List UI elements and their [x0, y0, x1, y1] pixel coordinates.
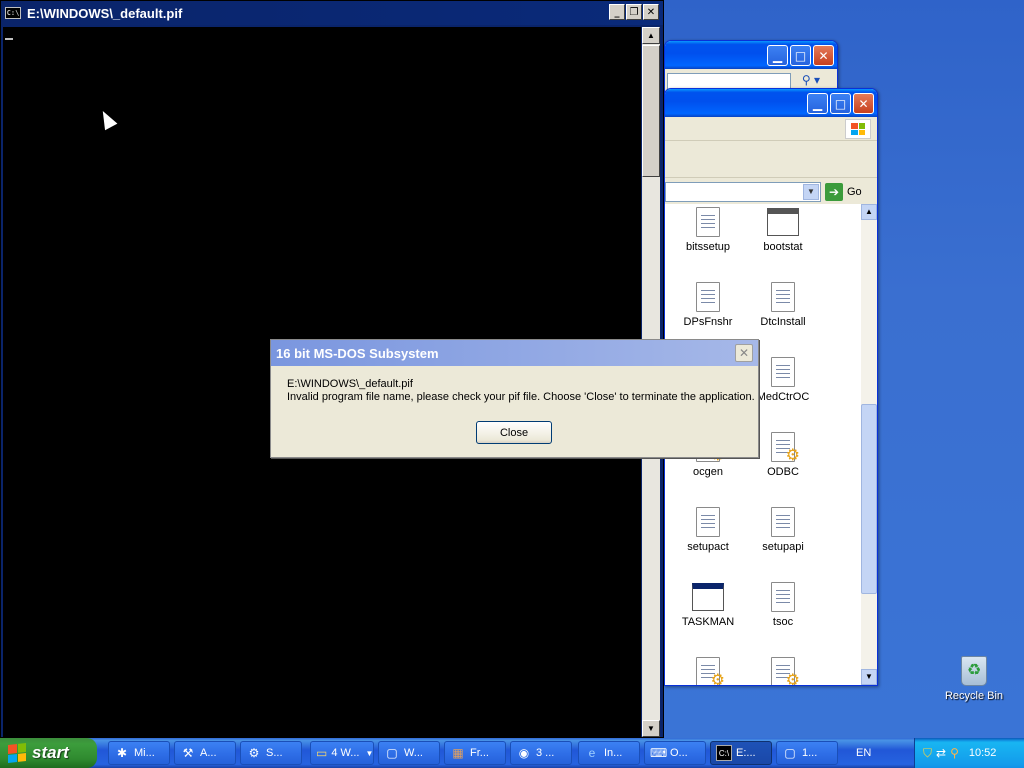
taskbar-item[interactable]: ◉ 3 ... — [510, 741, 572, 765]
close-icon[interactable]: ✕ — [643, 4, 659, 20]
file-item[interactable] — [668, 657, 748, 685]
recycle-bin-icon: ♻ — [961, 656, 987, 686]
maximize-icon[interactable]: □ — [830, 93, 851, 114]
dialog-titlebar[interactable]: 16 bit MS-DOS Subsystem ✕ — [271, 340, 758, 366]
file-item[interactable]: setupact — [668, 507, 748, 553]
text-cursor — [5, 38, 13, 40]
dialog-path: E:\WINDOWS\_default.pif — [287, 378, 413, 390]
console-title: E:\WINDOWS\_default.pif — [27, 5, 183, 21]
start-button[interactable]: start — [0, 738, 97, 768]
taskbar-item[interactable]: e In... — [578, 741, 640, 765]
console-icon: C:\ — [5, 7, 21, 19]
file-item[interactable] — [743, 657, 823, 685]
taskbar-item[interactable]: ▦ Fr... — [444, 741, 506, 765]
go-label: Go — [847, 186, 862, 198]
window-app-icon — [692, 583, 724, 611]
dialog-error-text: Invalid program file name, please check … — [287, 391, 755, 403]
scroll-up-icon[interactable]: ▲ — [642, 27, 660, 44]
taskbar-item[interactable]: ▢ W... — [378, 741, 440, 765]
dialog-title: 16 bit MS-DOS Subsystem — [276, 345, 439, 361]
maximize-icon[interactable]: □ — [790, 45, 811, 66]
text-file-icon — [771, 507, 795, 537]
app-icon: ⚒ — [182, 746, 194, 760]
go-button[interactable]: ➔ Go — [825, 182, 875, 202]
internet-explorer-icon: e — [588, 746, 596, 760]
scroll-thumb[interactable] — [642, 45, 660, 177]
explorer-titlebar[interactable]: ▁ □ ✕ — [665, 89, 877, 117]
text-file-icon — [696, 282, 720, 312]
clock[interactable]: 10:52 — [969, 747, 997, 759]
taskbar-item[interactable]: ✱ Mi... — [108, 741, 170, 765]
setup-file-icon — [771, 432, 800, 465]
explorer-menubar — [665, 117, 877, 141]
taskbar-item[interactable]: ▢ 1... — [776, 741, 838, 765]
app-icon: ⚙ — [248, 746, 260, 760]
explorer-back-titlebar[interactable]: ▁ □ ✕ — [665, 41, 837, 69]
security-shield-icon[interactable]: ⛉ — [923, 746, 932, 761]
taskbar-group-item[interactable]: ▭ 4 W... ▼ — [310, 741, 374, 765]
window-icon: ▢ — [784, 746, 796, 760]
text-file-icon — [696, 207, 720, 237]
text-file-icon — [771, 357, 795, 387]
close-icon[interactable]: ✕ — [813, 45, 834, 66]
console-titlebar[interactable]: C:\ E:\WINDOWS\_default.pif _ ❐ ✕ — [1, 1, 663, 25]
go-arrow-icon: ➔ — [825, 183, 843, 201]
text-file-icon — [696, 507, 720, 537]
system-tray: ⛉ ⇄ ⚲ 10:52 — [914, 738, 1024, 768]
windows-logo-icon — [845, 119, 871, 139]
taskbar: start ✱ Mi... ⚒ A... ⚙ S... ▭ 4 W... ▼ ▢ W... … — [0, 738, 1024, 768]
file-item[interactable]: DtcInstall — [743, 282, 823, 328]
scroll-down-icon[interactable]: ▼ — [861, 669, 877, 685]
close-button[interactable]: Close — [476, 421, 552, 444]
error-dialog[interactable]: 16 bit MS-DOS Subsystem ✕ E:\WINDOWS\_de… — [270, 339, 759, 458]
app-icon: ✱ — [116, 746, 128, 760]
file-item[interactable]: bootstat — [743, 207, 823, 253]
file-item[interactable]: setupapi — [743, 507, 823, 553]
minimize-icon[interactable]: _ — [609, 4, 625, 20]
text-file-icon — [771, 282, 795, 312]
text-file-icon — [771, 582, 795, 612]
windows-flag-icon — [8, 743, 26, 763]
minimize-icon[interactable]: ▁ — [767, 45, 788, 66]
restore-icon[interactable]: ❐ — [626, 4, 642, 20]
file-item[interactable]: TASKMAN — [668, 582, 748, 628]
file-item[interactable]: tsoc — [743, 582, 823, 628]
scroll-thumb[interactable] — [861, 404, 877, 594]
search-icon[interactable]: ⚲ — [950, 746, 959, 760]
setup-file-icon — [696, 657, 725, 685]
start-label: start — [32, 743, 69, 762]
chevron-down-icon[interactable]: ▼ — [803, 184, 819, 200]
console-icon: C:\ — [716, 745, 732, 761]
explorer-scrollbar[interactable]: ▲ ▼ — [861, 204, 877, 685]
app-icon: ▦ — [452, 746, 464, 760]
explorer-toolbar — [665, 142, 877, 178]
scroll-up-icon[interactable]: ▲ — [861, 204, 877, 220]
window-icon: ▢ — [386, 746, 398, 760]
taskbar-item[interactable]: ⌨ O... — [644, 741, 706, 765]
setup-file-icon — [771, 657, 800, 685]
recycle-bin-label: Recycle Bin — [944, 690, 1004, 702]
scroll-down-icon[interactable]: ▼ — [642, 720, 660, 737]
taskbar-item-active[interactable]: C:\ E:... — [710, 741, 772, 765]
file-item[interactable]: DPsFnshr — [668, 282, 748, 328]
file-item[interactable]: bitssetup — [668, 207, 748, 253]
network-icon[interactable]: ⇄ — [936, 746, 946, 760]
address-input[interactable]: ▼ — [665, 182, 821, 202]
chevron-down-icon: ▼ — [365, 748, 374, 758]
folder-icon: ▭ — [316, 746, 328, 760]
language-indicator[interactable]: EN — [842, 738, 914, 768]
exe-file-icon — [767, 208, 799, 236]
taskbar-item[interactable]: ⚒ A... — [174, 741, 236, 765]
dialog-message: E:\WINDOWS\_default.pif Invalid program … — [287, 378, 755, 404]
recycle-bin[interactable]: ♻ Recycle Bin — [938, 656, 1010, 702]
taskbar-item[interactable]: ⚙ S... — [240, 741, 302, 765]
minimize-icon[interactable]: ▁ — [807, 93, 828, 114]
globe-icon: ◉ — [518, 746, 530, 760]
close-icon[interactable]: ✕ — [735, 344, 753, 362]
keyboard-icon: ⌨ — [650, 746, 668, 760]
close-icon[interactable]: ✕ — [853, 93, 874, 114]
